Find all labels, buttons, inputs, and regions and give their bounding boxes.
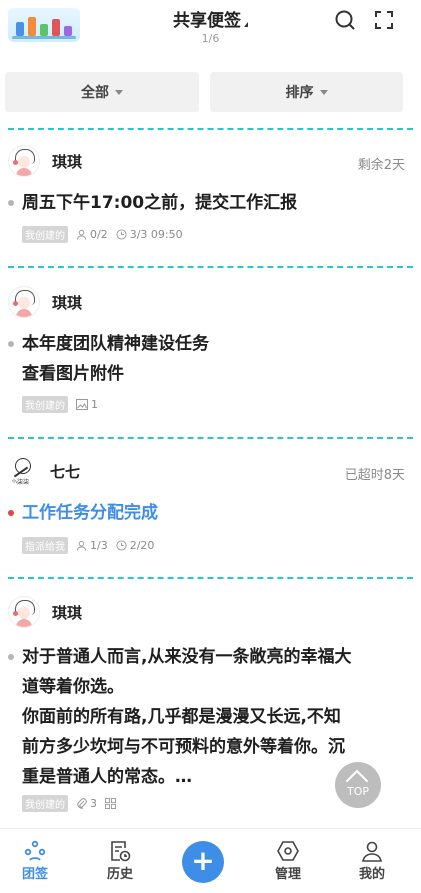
dropdown-arrow-icon	[319, 89, 328, 95]
avatar	[8, 286, 40, 318]
manage-icon	[277, 841, 299, 861]
ownership-tag: 我创建的	[22, 794, 68, 812]
tab-manage[interactable]: 管理	[258, 829, 318, 893]
person-icon	[76, 229, 87, 240]
note-meta: 我创建的 0/2 3/3 09:50	[22, 225, 191, 243]
sort-button[interactable]: 排序	[210, 72, 403, 112]
author-name: 七七	[50, 462, 81, 481]
tab-history[interactable]: 历史	[90, 829, 150, 893]
filter-all-button[interactable]: 全部	[5, 72, 199, 112]
note-card[interactable]: 琪琪 本年度团队精神建设任务 查看图片附件 我创建的 1	[0, 286, 421, 422]
ownership-tag: 我创建的	[22, 395, 68, 413]
note-meta: 指派给我 1/3 2/20	[22, 536, 162, 554]
title-caret-icon	[244, 22, 248, 27]
avatar	[8, 145, 40, 177]
author-name: 琪琪	[52, 603, 83, 622]
clock-icon	[116, 228, 127, 240]
grid-icon	[105, 797, 116, 809]
clock-icon	[116, 539, 127, 551]
note-meta: 我创建的 3	[22, 794, 127, 812]
note-card[interactable]: 小柒柒 七七 已超时8天 工作任务分配完成 指派给我 1/3 2/20	[0, 456, 421, 561]
deadline-status: 已超时8天	[344, 468, 405, 483]
card-author: 琪琪	[8, 286, 83, 318]
card-author: 小柒柒 七七	[8, 456, 80, 486]
card-author: 琪琪	[8, 145, 83, 177]
back-to-top-button[interactable]: TOP	[335, 762, 381, 808]
note-content: 周五下午17:00之前，提交工作汇报	[22, 193, 298, 213]
bottom-tab-bar: 团签 历史 + 管理 我的	[0, 828, 421, 893]
note-meta: 我创建的 1	[22, 395, 106, 413]
card-divider	[8, 577, 413, 579]
plus-icon: +	[182, 841, 224, 883]
fullscreen-icon[interactable]	[372, 8, 396, 32]
bullet-dot	[8, 654, 14, 660]
card-author: 琪琪	[8, 596, 83, 628]
search-icon[interactable]	[334, 8, 358, 32]
ownership-tag: 我创建的	[22, 225, 68, 243]
avatar	[8, 596, 40, 628]
card-divider	[8, 128, 413, 130]
dropdown-arrow-icon	[115, 89, 123, 95]
bullet-dot	[8, 200, 14, 206]
tab-add[interactable]: +	[173, 829, 233, 893]
tab-profile[interactable]: 我的	[342, 829, 402, 893]
team-icon	[24, 840, 46, 861]
paperclip-icon	[77, 798, 87, 809]
deadline-status: 剩余2天	[357, 158, 405, 173]
note-content: 本年度团队精神建设任务 查看图片附件	[22, 334, 209, 384]
note-card[interactable]: 琪琪 剩余2天 周五下午17:00之前，提交工作汇报 我创建的 0/2 3/3 …	[0, 145, 421, 251]
top-header: 共享便签 1/6	[0, 0, 421, 60]
person-icon	[76, 540, 87, 551]
avatar: 小柒柒	[8, 456, 38, 486]
author-name: 琪琪	[52, 293, 83, 312]
note-content: 对于普通人而言,从来没有一条敞亮的幸福大 道等着你选。 你面前的所有路,几乎都是…	[22, 647, 352, 787]
bullet-dot	[8, 341, 14, 347]
note-content: 工作任务分配完成	[22, 503, 158, 523]
bullet-dot	[8, 510, 14, 516]
profile-icon	[362, 841, 382, 862]
ownership-tag: 指派给我	[22, 536, 68, 554]
tab-team[interactable]: 团签	[5, 829, 65, 893]
card-divider	[8, 437, 413, 439]
card-divider	[8, 266, 413, 268]
image-icon	[76, 398, 88, 410]
page-indicator: 1/6	[201, 32, 220, 45]
history-icon	[111, 841, 131, 862]
filter-bar: 全部 排序	[0, 72, 421, 114]
author-name: 琪琪	[52, 152, 83, 171]
